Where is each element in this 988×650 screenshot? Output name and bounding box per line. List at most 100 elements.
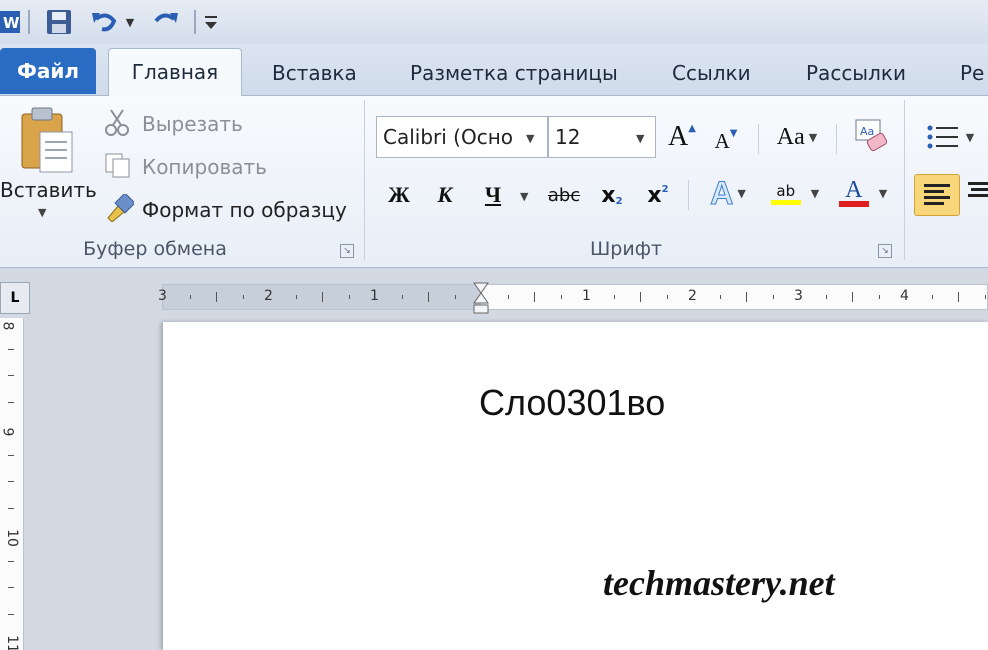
indent-marker[interactable] — [473, 281, 489, 315]
ruler-tick — [560, 295, 562, 299]
document-page[interactable]: Сло0301во techmastery.net — [163, 322, 988, 650]
tab-mailings[interactable]: Рассылки — [806, 50, 906, 96]
ruler-tick — [189, 295, 191, 299]
ruler-tick — [348, 295, 350, 299]
cut-label: Вырезать — [142, 112, 243, 136]
tab-page-layout[interactable]: Разметка страницы — [410, 50, 618, 96]
font-name-combo[interactable]: Calibri (Осно — [376, 116, 548, 158]
paste-icon[interactable] — [14, 104, 78, 180]
change-case-icon: Aa — [776, 123, 805, 150]
copy-button[interactable]: Копировать — [104, 152, 267, 182]
align-left-button[interactable] — [914, 174, 960, 216]
ruler-tick — [401, 295, 403, 299]
ruler-tick — [984, 295, 986, 299]
ruler-number: 9 — [0, 427, 16, 437]
qat-separator-2 — [194, 10, 196, 34]
align-left-icon — [924, 184, 950, 205]
tab-insert[interactable]: Вставка — [272, 50, 357, 96]
qat-separator — [28, 10, 30, 34]
cut-button[interactable]: Вырезать — [104, 108, 243, 140]
ruler-tick — [825, 295, 827, 299]
strikethrough-button[interactable]: abc — [546, 176, 582, 214]
font-name-dropdown-icon[interactable]: ▼ — [526, 132, 534, 145]
font-color-button[interactable]: A ▼ — [834, 174, 892, 212]
align-center-button[interactable] — [966, 174, 988, 212]
grow-font-button[interactable]: A ▲ — [664, 118, 700, 156]
paste-button[interactable]: Вставить — [0, 178, 97, 202]
format-painter-icon — [104, 192, 136, 226]
ruler-number: 1 — [370, 288, 379, 304]
align-center-icon — [968, 182, 988, 197]
tab-stop-selector[interactable]: L — [0, 282, 30, 314]
ruler-tick — [242, 295, 244, 299]
ribbon-home: Вставить ▼ Вырезать Копировать Формат по… — [0, 96, 988, 268]
italic-button[interactable]: К — [428, 176, 462, 214]
svg-text:W: W — [3, 14, 20, 32]
ruler-tick — [295, 295, 297, 299]
ruler-tick — [8, 481, 14, 482]
ruler-tick — [454, 295, 456, 299]
ruler-tick — [746, 292, 747, 302]
vertical-ruler[interactable]: 8 9 10 11 — [0, 318, 24, 650]
font-launcher-icon[interactable]: ↘ — [878, 244, 892, 258]
ruler-number: 3 — [794, 288, 803, 304]
superscript-button[interactable]: x2 — [640, 176, 676, 214]
ruler-tick — [428, 292, 429, 302]
ruler-tick — [640, 292, 641, 302]
ruler-tick — [878, 295, 880, 299]
ruler-number: 8 — [0, 321, 16, 331]
horizontal-ruler[interactable]: 3 2 1 1 2 3 4 — [158, 282, 988, 314]
subscript-button[interactable]: x2 — [594, 176, 630, 214]
text-effects-button[interactable]: A ▼ — [700, 174, 756, 212]
clipboard-group-label: Буфер обмена — [83, 238, 227, 260]
underline-button[interactable]: Ч — [476, 176, 510, 214]
ruler-number: 4 — [900, 288, 909, 304]
ruler-tick — [8, 375, 14, 376]
ruler-tick — [8, 348, 14, 350]
bullets-icon — [927, 125, 958, 149]
grow-font-icon: A — [668, 121, 689, 152]
font-separator-3 — [688, 180, 689, 210]
clear-formatting-icon[interactable]: Aa — [852, 116, 892, 154]
change-case-button[interactable]: Aa ▼ — [770, 118, 824, 156]
underline-dropdown-icon[interactable]: ▼ — [520, 190, 528, 203]
shrink-font-button[interactable]: A ▼ — [708, 122, 744, 160]
group-separator-2 — [904, 100, 905, 260]
tab-review[interactable]: Ре — [960, 50, 984, 96]
customize-qat-icon[interactable] — [200, 6, 222, 38]
redo-icon[interactable] — [150, 6, 182, 38]
save-icon[interactable] — [44, 6, 74, 38]
paste-dropdown-icon[interactable]: ▼ — [38, 206, 46, 219]
font-size-dropdown-icon[interactable]: ▼ — [636, 132, 644, 145]
ruler-tick — [8, 454, 14, 456]
ruler-tick — [772, 295, 774, 299]
highlight-button[interactable]: ab ▼ — [764, 174, 826, 212]
quick-access-toolbar: W ▼ — [0, 0, 988, 44]
ruler-tick — [666, 295, 668, 299]
font-color-icon: A — [845, 177, 863, 203]
ruler-tick — [216, 292, 217, 302]
clipboard-launcher-icon[interactable]: ↘ — [340, 244, 354, 258]
copy-label: Копировать — [142, 155, 267, 179]
format-painter-label: Формат по образцу — [142, 198, 347, 222]
scissors-icon — [104, 108, 134, 140]
bold-button[interactable]: Ж — [382, 176, 416, 214]
tab-home[interactable]: Главная — [108, 48, 242, 97]
highlight-color-bar — [770, 199, 801, 205]
tab-file[interactable]: Файл — [0, 48, 96, 94]
font-group-label: Шрифт — [589, 238, 663, 260]
format-painter-button[interactable]: Формат по образцу — [104, 192, 347, 226]
ruler-tick — [8, 587, 14, 588]
ruler-number: 10 — [3, 529, 20, 547]
ruler-tick — [931, 295, 933, 299]
ribbon-tabs: Файл Главная Вставка Разметка страницы С… — [0, 44, 988, 97]
tab-references[interactable]: Ссылки — [672, 50, 751, 96]
document-text[interactable]: Сло0301во — [479, 382, 665, 424]
ruler-tick — [322, 292, 323, 302]
undo-dropdown-icon[interactable]: ▼ — [122, 6, 138, 38]
ruler-tick — [8, 401, 14, 403]
undo-icon[interactable] — [88, 6, 120, 38]
subscript-two: 2 — [615, 195, 623, 207]
bullets-button[interactable]: ▼ — [920, 118, 980, 156]
ruler-tick — [613, 295, 615, 299]
